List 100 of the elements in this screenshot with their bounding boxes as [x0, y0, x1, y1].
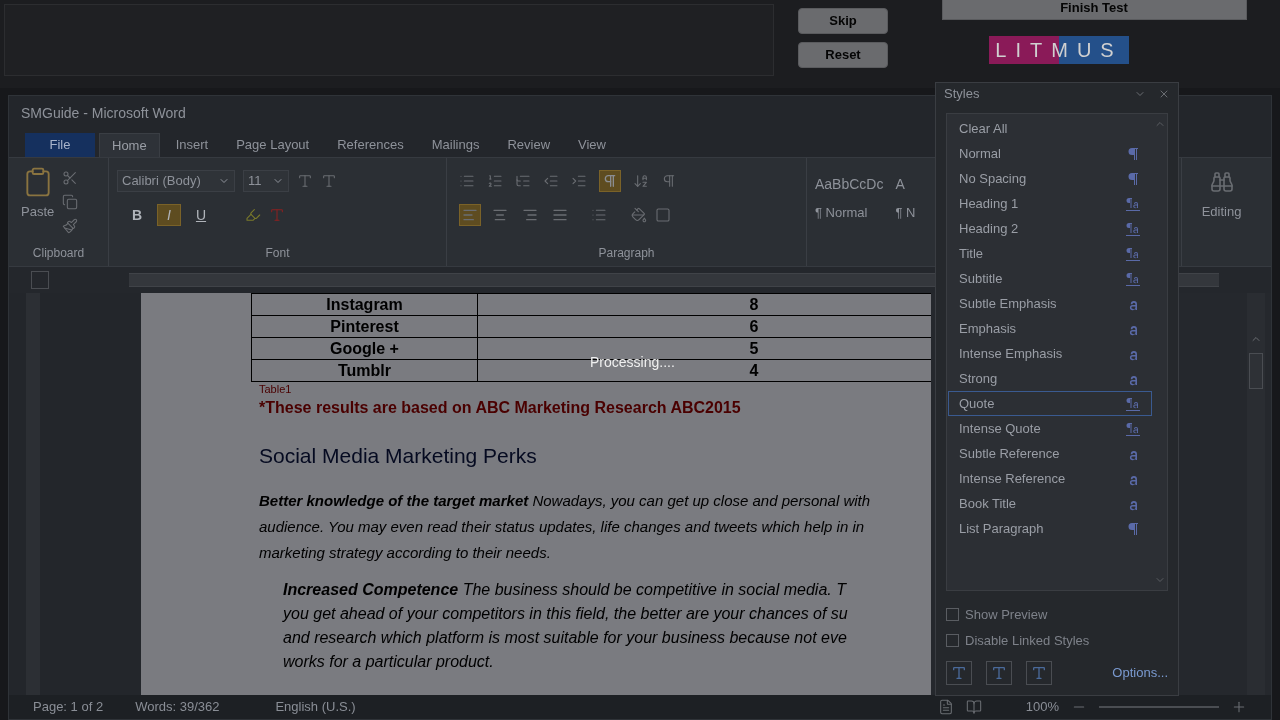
table-cell: Pinterest	[251, 315, 478, 338]
ribbon-tab[interactable]: Home	[99, 133, 160, 157]
group-label: Paragraph	[597, 245, 656, 262]
copy-icon[interactable]	[62, 194, 79, 210]
ribbon-tab[interactable]: Review	[495, 133, 562, 157]
style-item[interactable]: Normal	[948, 141, 1152, 166]
linked-style-icon	[1125, 220, 1141, 237]
table-caption: Table1	[258, 382, 293, 396]
scrollbar[interactable]	[1247, 293, 1265, 695]
format-button[interactable]: I	[157, 204, 181, 226]
paragraph-style-icon	[1125, 145, 1141, 162]
tab-selector[interactable]	[31, 271, 49, 289]
zoom-level: 100%	[1025, 698, 1059, 717]
style-item[interactable]: Subtle Reference	[948, 441, 1152, 466]
ribbon-tab[interactable]: Page Layout	[224, 133, 322, 157]
align-icon	[462, 207, 478, 223]
language[interactable]: English (U.S.)	[275, 697, 356, 717]
style-item[interactable]: Heading 1	[948, 191, 1152, 216]
checkbox-label: Disable Linked Styles	[965, 631, 1090, 650]
cut-icon[interactable]	[62, 170, 79, 186]
line-spacing-icon[interactable]	[591, 207, 607, 223]
test-button[interactable]: Reset	[798, 42, 888, 68]
style-item[interactable]: Clear All	[948, 116, 1152, 141]
style-item[interactable]: No Spacing	[948, 166, 1152, 191]
finish-test-button[interactable]: Finish Test	[941, 0, 1247, 20]
brush-icon[interactable]	[62, 218, 79, 234]
style-item[interactable]: Intense Reference	[948, 466, 1152, 491]
bullets-icon[interactable]	[459, 173, 475, 189]
ribbon-tab[interactable]: View	[566, 133, 618, 157]
style-sample[interactable]: A ¶ N	[895, 174, 917, 223]
table-cell: Tumblr	[251, 359, 478, 382]
style-item[interactable]: List Paragraph	[948, 516, 1152, 541]
shading-icon[interactable]	[631, 207, 647, 223]
editing-button[interactable]: Editing	[1201, 202, 1242, 222]
binoculars-icon[interactable]	[1209, 170, 1234, 194]
footnote: *These results are based on ABC Marketing Research ABC2015	[258, 398, 742, 418]
linked-style-icon	[1125, 395, 1141, 412]
table-cell: Instagram	[251, 293, 478, 316]
borders-icon[interactable]	[655, 207, 671, 223]
highlight-icon[interactable]	[245, 207, 261, 223]
checkbox-label: Show Preview	[965, 606, 1048, 624]
ribbon-tab[interactable]: References	[325, 133, 416, 157]
numbering-icon[interactable]	[487, 173, 503, 189]
style-item[interactable]: Heading 2	[948, 216, 1152, 241]
word-count[interactable]: Words: 39/362	[135, 697, 220, 717]
test-button[interactable]: Skip	[798, 8, 888, 34]
style-item[interactable]: Title	[948, 241, 1152, 266]
font-name-field[interactable]: Calibri (Body)	[117, 170, 235, 192]
style-item[interactable]: Subtle Emphasis	[948, 291, 1152, 316]
linked-style-icon	[1125, 270, 1141, 287]
window-title: SMGuide - Microsoft Word	[21, 104, 186, 123]
style-item[interactable]: Book Title	[948, 491, 1152, 516]
paragraph-style-icon	[1125, 520, 1141, 537]
linked-style-icon	[1125, 420, 1141, 437]
style-item[interactable]: Subtitle	[948, 266, 1152, 291]
pilcrow-icon[interactable]	[661, 173, 677, 189]
style-item[interactable]: Intense Quote	[948, 416, 1152, 441]
sort-icon[interactable]	[633, 173, 649, 189]
ribbon-tab[interactable]: Mailings	[419, 133, 492, 157]
reading-layout-icon[interactable]	[965, 699, 982, 715]
zoom-in-icon[interactable]	[1231, 699, 1247, 715]
table-cell: 8	[477, 293, 931, 316]
paragraph: Better knowledge of the target market Nowadays, you can get up close and personal with audience. You may even read their status updates, life changes and tweets which help in in marketing strategy according to their needs.	[258, 490, 872, 563]
show-marks-button[interactable]	[599, 170, 621, 192]
font-color-icon[interactable]	[269, 207, 285, 223]
pane-title: Styles	[944, 85, 980, 104]
checkbox[interactable]	[946, 608, 959, 622]
paragraph: Increased Competence The business should be competitive in social media. T you get ahead of your competitors in this field, the better are your chances of su and research which platform is most suitable for your business because not eve works for a particular product.	[281, 579, 849, 672]
linked-style-icon	[1125, 245, 1141, 262]
group-label: Font	[264, 245, 291, 262]
heading: Social Media Marketing Perks	[258, 443, 538, 469]
scroll-thumb[interactable]	[1249, 353, 1263, 389]
style-sample[interactable]: AaBbCcDc ¶ Normal	[815, 174, 892, 223]
close-icon[interactable]	[1158, 88, 1170, 100]
format-button[interactable]: U	[189, 204, 213, 226]
ribbon-tab[interactable]: File	[25, 133, 95, 157]
format-button[interactable]: B	[125, 204, 149, 226]
page-count[interactable]: Page: 1 of 2	[33, 697, 104, 717]
style-item[interactable]: Strong	[948, 366, 1152, 391]
options-link[interactable]: Options...	[1112, 663, 1168, 683]
paragraph-style-icon	[1125, 170, 1141, 187]
decrease-indent-icon[interactable]	[543, 173, 559, 189]
font-size-field[interactable]: 11	[243, 170, 289, 192]
paste-button[interactable]: Paste	[21, 166, 55, 222]
checkbox[interactable]	[946, 633, 959, 647]
group-label: Clipboard	[31, 245, 86, 262]
align-icon	[522, 207, 538, 223]
style-item[interactable]: Emphasis	[948, 316, 1152, 341]
multilevel-list-icon[interactable]	[515, 173, 531, 189]
align-icon	[552, 207, 568, 223]
ribbon-tab[interactable]: Insert	[163, 133, 221, 157]
align-icon	[492, 207, 508, 223]
align-button[interactable]	[459, 204, 481, 226]
style-item[interactable]: Quote	[948, 391, 1152, 416]
increase-indent-icon[interactable]	[571, 173, 587, 189]
pilcrow-icon	[602, 173, 618, 189]
linked-style-icon	[1125, 195, 1141, 212]
print-layout-icon[interactable]	[937, 699, 954, 715]
style-item[interactable]: Intense Emphasis	[948, 341, 1152, 366]
table-cell: Google +	[251, 337, 478, 360]
